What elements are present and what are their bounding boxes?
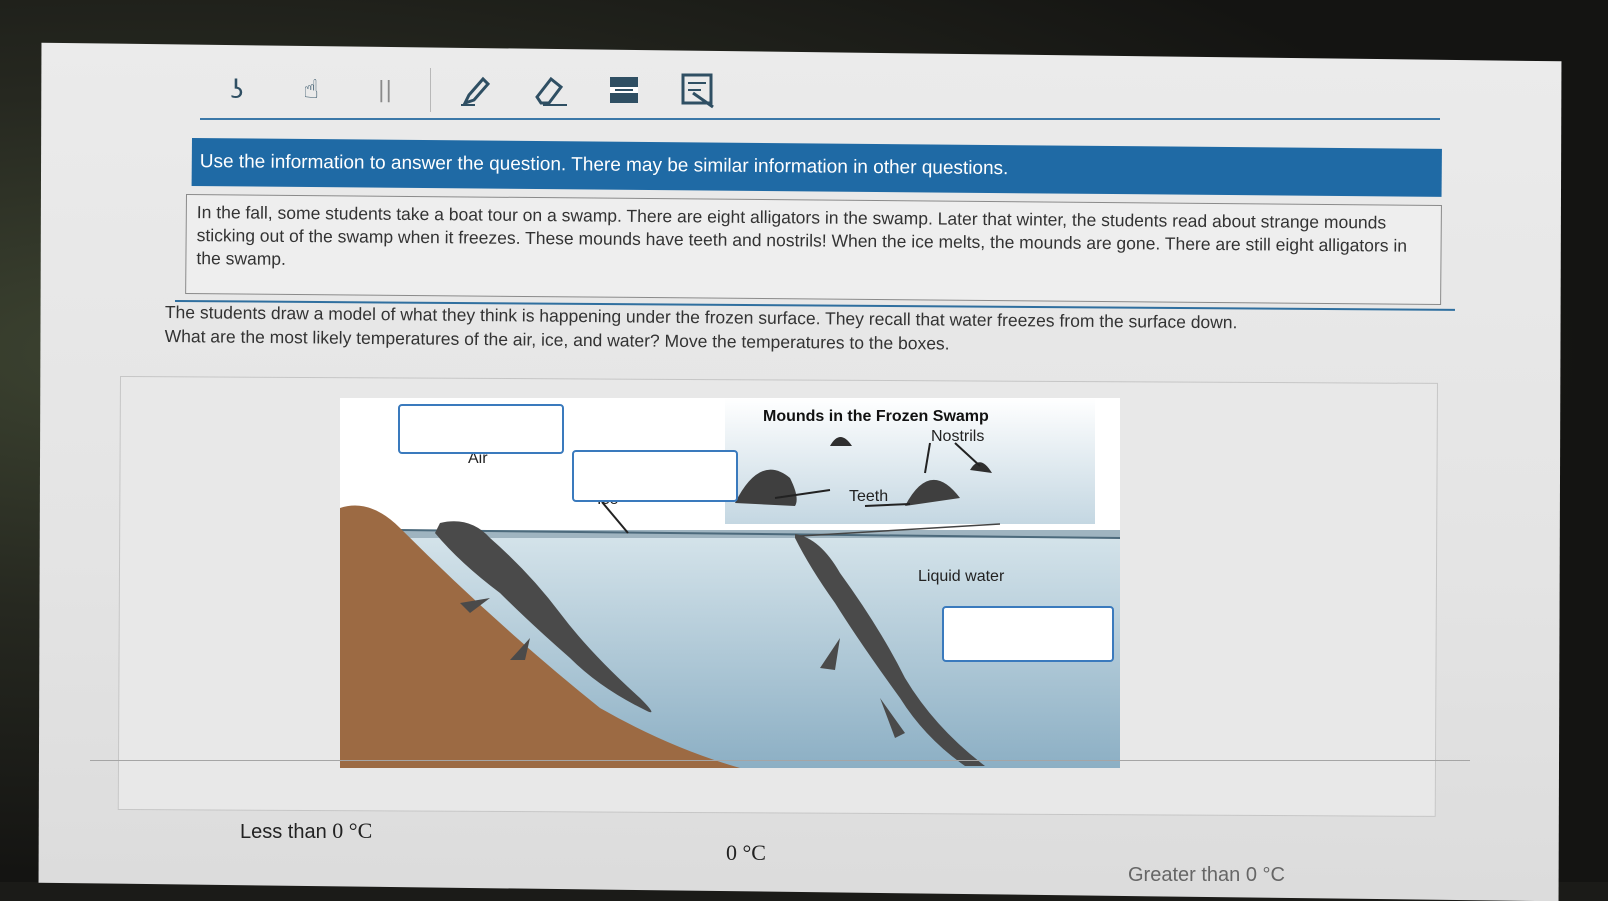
hand-pointer-icon[interactable]: ☝ — [290, 69, 332, 111]
toolbar-divider — [430, 68, 431, 112]
less-than-zero-token[interactable]: Less than 0 °C — [240, 818, 372, 844]
ear-icon[interactable]: ʖ — [216, 69, 258, 111]
line-reader-icon[interactable] — [603, 69, 645, 111]
nostrils-label: Nostrils — [931, 428, 985, 445]
answer-eliminator-icon[interactable] — [677, 69, 719, 111]
greater-than-zero-token[interactable]: Greater than 0 °C — [1128, 864, 1285, 887]
teeth-label: Teeth — [849, 488, 889, 505]
liquid-water-label: Liquid water — [918, 568, 1005, 585]
liquid-water-drop-box[interactable] — [942, 606, 1114, 662]
pause-icon[interactable]: || — [364, 69, 406, 111]
zero-value: 0 °C — [726, 840, 766, 865]
air-drop-box[interactable] — [398, 404, 564, 454]
less-than-label: Less than — [240, 821, 333, 843]
instruction-text: Use the information to answer the questi… — [199, 151, 1009, 180]
highlighter-icon[interactable] — [455, 69, 497, 111]
diagram-title: Mounds in the Frozen Swamp — [763, 408, 989, 425]
less-than-value: 0 °C — [332, 818, 373, 843]
tool-bar: ʖ ☝ || — [200, 62, 1440, 120]
ice-drop-box[interactable] — [572, 450, 738, 502]
passage-text: In the fall, some students take a boat t… — [196, 202, 1408, 269]
greater-than-label: Greater than 0 °C — [1128, 864, 1285, 886]
eraser-icon[interactable] — [529, 69, 571, 111]
zero-degrees-token[interactable]: 0 °C — [726, 840, 766, 866]
passage-box: In the fall, some students take a boat t… — [185, 194, 1442, 305]
